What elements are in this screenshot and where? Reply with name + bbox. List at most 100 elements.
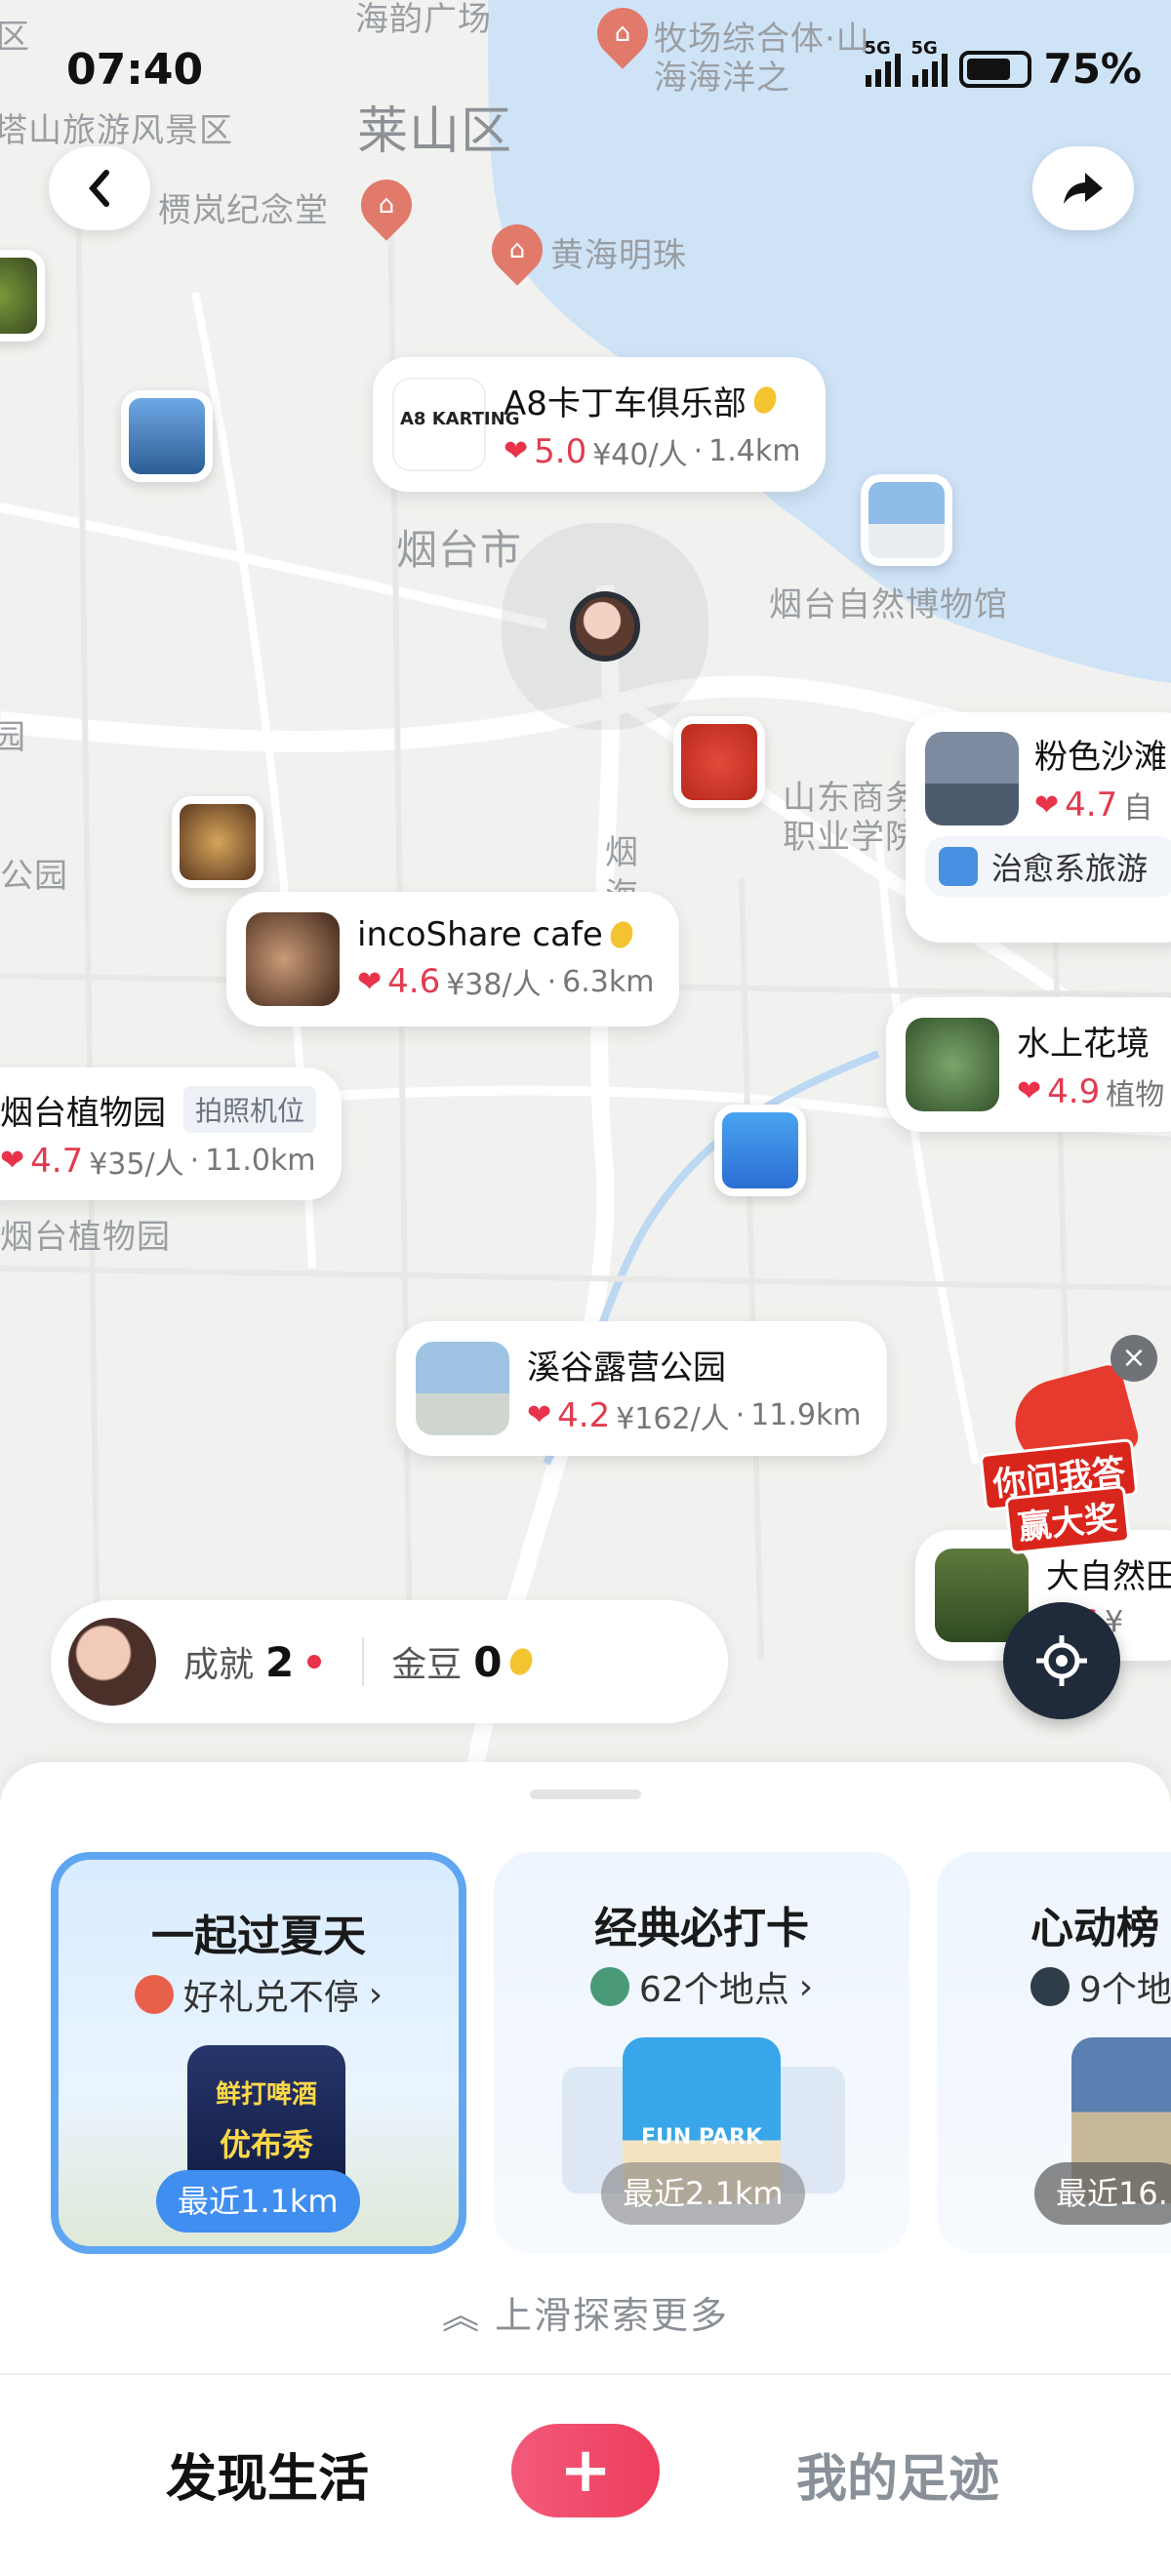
map-label-yuan: 园 (0, 718, 26, 757)
explore-more-label: 上滑探索更多 (495, 2294, 730, 2337)
map-thumb-museum[interactable] (861, 474, 952, 566)
place-card-inco[interactable]: incoShare cafe ❤ 4.6 ¥38/人 · 6.3km (226, 892, 680, 1026)
collection-title: 一起过夏天 (151, 1912, 366, 1961)
map-label-huanghai: 黄海明珠 (550, 236, 687, 275)
camping-image (416, 1342, 509, 1435)
collection-title: 经典必打卡 (594, 1904, 809, 1953)
place-distance: 11.9km (750, 1398, 862, 1432)
heart-icon: ❤ (1034, 787, 1060, 823)
place-title: 溪谷露营公园 (527, 1348, 726, 1388)
status-bar: 07:40 5G 5G 75% (0, 38, 1171, 107)
place-score: 5.0 (534, 431, 587, 471)
chevron-right-icon: › (368, 1974, 384, 2015)
place-meta-extra: 植物 (1106, 1077, 1165, 1112)
map-thumb-cartoon[interactable] (714, 1105, 806, 1196)
place-score: 4.7 (30, 1141, 84, 1181)
map-pin-icon (939, 847, 978, 886)
a8-logo-image: A8 KARTING (392, 378, 519, 471)
network-type-1: 5G (864, 37, 891, 59)
landmark-pin-qinglan[interactable]: ⌂ (350, 169, 423, 241)
place-distance: 6.3km (562, 964, 655, 999)
map-label-shandong-2: 职业学院 (783, 818, 919, 857)
gold-bean-icon (749, 383, 781, 417)
map-view[interactable]: 海韵广场 牧场综合体·山 海海洋之 区 莱山区 塔山旅游风景区 槚岚纪念堂 黄海… (0, 0, 1171, 1805)
place-card-xigu[interactable]: 溪谷露营公园 ❤ 4.2 ¥162/人 · 11.9km (396, 1321, 887, 1456)
place-card-a8[interactable]: A8 KARTING A8卡丁车俱乐部 ❤ 5.0 ¥40/人 · 1.4km (373, 357, 827, 492)
add-post-button[interactable]: + (511, 2424, 660, 2517)
heart-icon: ❤ (357, 964, 383, 999)
map-label-botanical: 烟台植物园 (0, 1218, 171, 1257)
garden-image (906, 1018, 999, 1111)
battery-percent: 75% (1043, 45, 1142, 93)
tab-discover[interactable]: 发现生活 (166, 2437, 369, 2511)
collection-card-classic[interactable]: 经典必打卡 62个地点 › FUN PARK 最近2.1km (494, 1852, 909, 2254)
signal-icon-1: 5G (864, 38, 902, 87)
beans-label: 金豆 (391, 1645, 463, 1685)
bottom-tabbar: 发现生活 + 我的足迹 (0, 2373, 1171, 2576)
my-location-avatar[interactable] (570, 591, 640, 662)
place-title: 水上花境 (1017, 1024, 1150, 1064)
qa-promo-badge[interactable]: 你问我答 赢大奖 (976, 1362, 1151, 1555)
status-time: 07:40 (66, 45, 204, 95)
heart-icon: ❤ (1017, 1074, 1042, 1108)
badge-icon (1030, 1967, 1070, 2006)
collection-card-heart[interactable]: 心动榜 9个地 最近16. (937, 1852, 1171, 2254)
back-button[interactable] (49, 146, 150, 230)
photo-spot-tag: 拍照机位 (183, 1086, 317, 1133)
poster-text-2: 优布秀 (219, 2126, 313, 2163)
map-label-haiyun: 海韵广场 (355, 0, 492, 39)
battery-icon (959, 50, 1032, 88)
poster-text-1: 鲜打啤酒 (215, 2080, 317, 2110)
network-type-2: 5G (910, 37, 938, 59)
achievement-label: 成就 (183, 1645, 255, 1685)
map-label-yantai: 烟台市 (396, 526, 523, 574)
heart-icon: ❤ (0, 1144, 25, 1178)
plus-icon: + (559, 2435, 612, 2507)
place-card-pink-beach[interactable]: 粉色沙滩 ❤ 4.7 自 治愈系旅游 (906, 712, 1171, 943)
share-button[interactable] (1032, 146, 1134, 230)
promo-close-icon[interactable]: × (1110, 1335, 1157, 1382)
place-score: 4.2 (557, 1395, 611, 1435)
map-thumb-food[interactable] (0, 250, 45, 342)
collection-subtitle: 9个地 (1079, 1970, 1171, 2010)
map-label-museum: 烟台自然博物馆 (769, 585, 1008, 624)
collection-distance: 最近1.1km (156, 2170, 360, 2233)
achievement-bar[interactable]: 成就 2 金豆 0 (51, 1600, 728, 1723)
map-thumb-rabbit[interactable] (673, 716, 765, 808)
collection-subtitle: 62个地点 (638, 1970, 789, 2010)
landmark-pin-huanghai[interactable]: ⌂ (481, 214, 553, 286)
place-title: incoShare cafe (357, 915, 603, 954)
beans-count: 0 (473, 1637, 503, 1686)
heart-icon: ❤ (527, 1398, 552, 1432)
place-card-botanical[interactable]: 烟台植物园 拍照机位 ❤ 4.7 ¥35/人 · 11.0km (0, 1067, 343, 1200)
collection-carousel[interactable]: 一起过夏天 好礼兑不停 › 鲜打啤酒 优布秀 最近1.1km 经典必打卡 62个地… (51, 1852, 1171, 2262)
place-meta-extra: 自 (1123, 791, 1153, 825)
lion-statue-icon (589, 1967, 629, 2006)
collection-subtitle: 好礼兑不停 (182, 1978, 359, 2018)
explore-more-hint[interactable]: ︽ 上滑探索更多 (0, 2285, 1171, 2339)
place-price: ¥38/人 (446, 968, 542, 1002)
user-avatar[interactable] (68, 1618, 156, 1706)
gold-bean-icon (505, 1645, 536, 1678)
collection-title: 心动榜 (1030, 1904, 1159, 1953)
place-card-water-garden[interactable]: 水上花境 ❤ 4.9 植物 (886, 997, 1171, 1132)
map-thumb-building[interactable] (121, 390, 213, 482)
sheet-grabber[interactable] (530, 1790, 641, 1799)
place-price: ¥40/人 (592, 437, 688, 472)
signal-icon-2: 5G (910, 38, 949, 87)
tab-footprints[interactable]: 我的足迹 (796, 2437, 999, 2511)
place-score: 4.9 (1047, 1071, 1101, 1111)
map-thumb-noodles[interactable] (172, 796, 263, 888)
place-title: 烟台植物园 (0, 1093, 166, 1133)
healing-travel-label: 治愈系旅游 (991, 850, 1149, 887)
collection-distance: 最近16. (1034, 2162, 1171, 2225)
chevron-right-icon: › (798, 1966, 814, 2007)
bottom-sheet[interactable]: 一起过夏天 好礼兑不停 › 鲜打啤酒 优布秀 最近1.1km 经典必打卡 62个地… (0, 1762, 1171, 2576)
notification-dot (307, 1655, 322, 1669)
place-title: 大自然田 (1046, 1556, 1171, 1596)
heart-icon: ❤ (504, 434, 529, 468)
collection-card-summer[interactable]: 一起过夏天 好礼兑不停 › 鲜打啤酒 优布秀 最近1.1km (51, 1852, 466, 2254)
locate-button[interactable] (1003, 1602, 1120, 1719)
gold-bean-icon (606, 918, 636, 951)
place-title: A8卡丁车俱乐部 (504, 383, 747, 423)
